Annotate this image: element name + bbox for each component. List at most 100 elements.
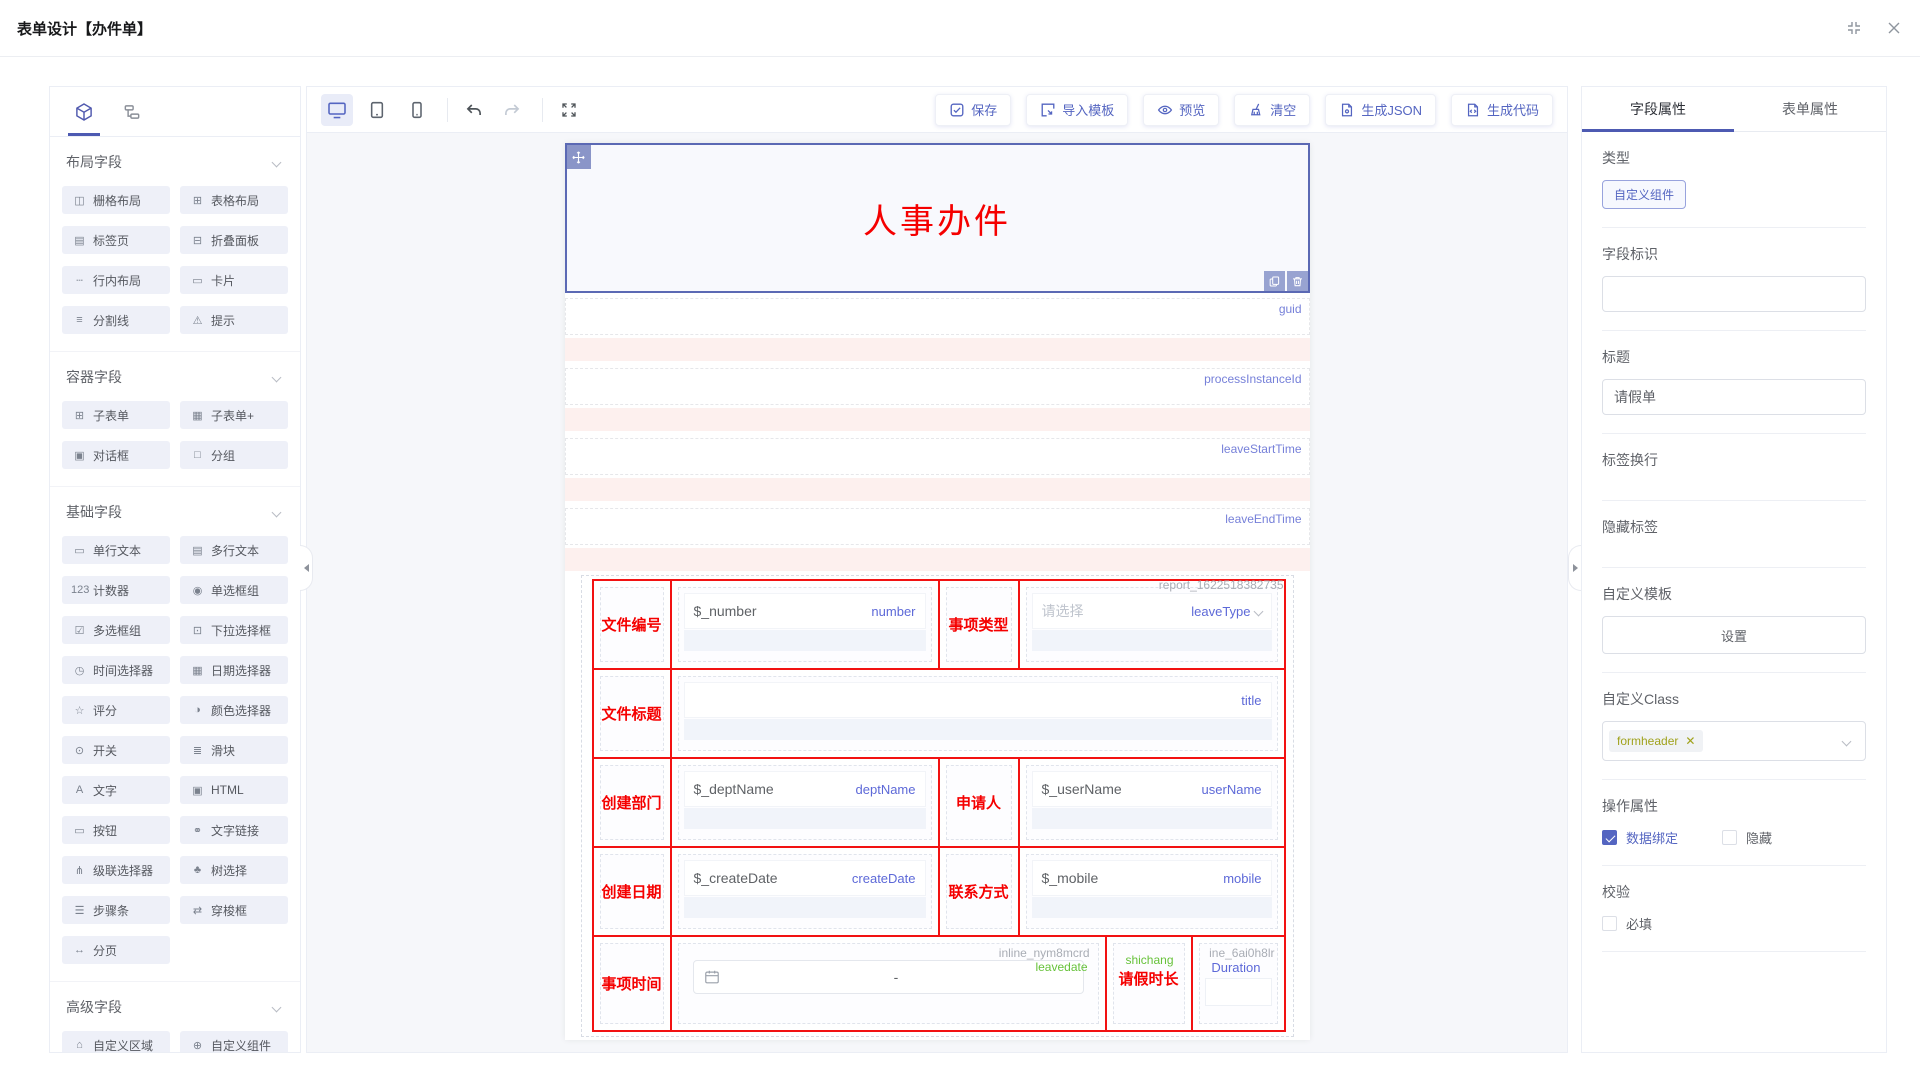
table-layout-wrapper[interactable]: report_1622518382735 文件编号 $_numbernumber… bbox=[581, 575, 1294, 1037]
sidebar-section-header[interactable]: 布局字段 bbox=[50, 137, 300, 184]
copy-component-button[interactable] bbox=[1264, 271, 1285, 291]
sidebar-item[interactable]: ▤ 多行文本 bbox=[180, 536, 288, 564]
select-input[interactable]: 请选择leaveType bbox=[1032, 593, 1272, 629]
sidebar-item[interactable]: ⊞ 表格布局 bbox=[180, 186, 288, 214]
sidebar-item[interactable]: ┄ 行内布局 bbox=[62, 266, 170, 294]
field-id-input[interactable] bbox=[1602, 276, 1866, 312]
data-binding-checkbox[interactable]: 数据绑定 bbox=[1602, 828, 1678, 847]
sidebar-item[interactable]: ⊟ 折叠面板 bbox=[180, 226, 288, 254]
field-input-cell[interactable]: $_deptNamedeptName bbox=[678, 765, 932, 840]
field-input-cell[interactable]: 请选择leaveType bbox=[1026, 587, 1278, 662]
sidebar-item[interactable]: ↔ 分页 bbox=[62, 936, 170, 964]
title-input[interactable] bbox=[1602, 379, 1866, 415]
sidebar-item[interactable]: □ 分组 bbox=[180, 441, 288, 469]
sidebar-item[interactable]: ◉ 单选框组 bbox=[180, 576, 288, 604]
sidebar-item[interactable]: ▭ 按钮 bbox=[62, 816, 170, 844]
field-label-cell[interactable]: 联系方式 bbox=[946, 854, 1012, 929]
sidebar-item[interactable]: ⊞ 子表单 bbox=[62, 401, 170, 429]
fullscreen-button[interactable] bbox=[555, 96, 583, 124]
device-desktop-button[interactable] bbox=[321, 94, 353, 126]
sidebar-section-header[interactable]: 容器字段 bbox=[50, 352, 300, 399]
sidebar-item[interactable]: ⋔ 级联选择器 bbox=[62, 856, 170, 884]
device-mobile-button[interactable] bbox=[401, 94, 433, 126]
required-checkbox[interactable]: 必填 bbox=[1602, 914, 1866, 933]
sidebar-item[interactable]: ☑ 多选框组 bbox=[62, 616, 170, 644]
field-input-cell[interactable]: $_userNameuserName bbox=[1026, 765, 1278, 840]
sidebar-item[interactable]: ▦ 日期选择器 bbox=[180, 656, 288, 684]
sidebar-item[interactable]: ⚭ 文字链接 bbox=[180, 816, 288, 844]
field-label-cell[interactable]: 申请人 bbox=[946, 765, 1012, 840]
sidebar-item[interactable]: ☰ 步骤条 bbox=[62, 896, 170, 924]
sidebar-item[interactable]: ☆ 评分 bbox=[62, 696, 170, 724]
move-handle[interactable] bbox=[567, 145, 591, 169]
tab-outline[interactable] bbox=[122, 87, 142, 136]
field-input-cell[interactable]: $_numbernumber bbox=[678, 587, 932, 662]
form-header-component[interactable]: 人事办件 bbox=[565, 143, 1310, 293]
text-input[interactable] bbox=[1205, 978, 1272, 1006]
field-label-cell[interactable]: 创建部门 bbox=[600, 765, 664, 840]
sidebar-item[interactable]: 123 计数器 bbox=[62, 576, 170, 604]
field-input-cell[interactable]: title bbox=[678, 676, 1278, 751]
hidden-field-row[interactable]: guid bbox=[565, 298, 1310, 335]
text-input[interactable]: $_createDatecreateDate bbox=[684, 860, 926, 896]
hidden-checkbox[interactable]: 隐藏 bbox=[1722, 828, 1772, 847]
device-tablet-button[interactable] bbox=[361, 94, 393, 126]
sidebar-item[interactable]: ▤ 标签页 bbox=[62, 226, 170, 254]
hidden-field-row[interactable]: processInstanceId bbox=[565, 368, 1310, 405]
sidebar-item[interactable]: ⊙ 开关 bbox=[62, 736, 170, 764]
sidebar-item[interactable]: ◫ 栅格布局 bbox=[62, 186, 170, 214]
field-input-cell[interactable]: $_createDatecreateDate bbox=[678, 854, 932, 929]
sidebar-item[interactable]: ⚠ 提示 bbox=[180, 306, 288, 334]
generate-json-button[interactable]: 生成JSON bbox=[1325, 94, 1436, 126]
field-label-cell[interactable]: 创建日期 bbox=[600, 854, 664, 929]
field-label-cell[interactable]: 事项时间 bbox=[600, 943, 664, 1024]
text-input[interactable]: $_numbernumber bbox=[684, 593, 926, 629]
field-input-cell[interactable]: $_mobilemobile bbox=[1026, 854, 1278, 929]
sidebar-item[interactable]: ▣ 对话框 bbox=[62, 441, 170, 469]
sidebar-item[interactable]: ≡ 分割线 bbox=[62, 306, 170, 334]
collapse-sidebar-handle[interactable] bbox=[300, 545, 313, 591]
text-input[interactable]: title bbox=[684, 682, 1272, 718]
generate-code-button[interactable]: 生成代码 bbox=[1451, 94, 1553, 126]
sidebar-section-header[interactable]: 基础字段 bbox=[50, 487, 300, 534]
close-icon[interactable] bbox=[1885, 19, 1903, 37]
tab-components[interactable] bbox=[74, 87, 94, 136]
sidebar-item[interactable]: ▭ 单行文本 bbox=[62, 536, 170, 564]
undo-button[interactable] bbox=[460, 96, 488, 124]
text-input[interactable]: $_mobilemobile bbox=[1032, 860, 1272, 896]
daterange-picker[interactable]: - bbox=[693, 960, 1084, 994]
preview-button[interactable]: 预览 bbox=[1143, 94, 1219, 126]
sidebar-item[interactable]: ▭ 卡片 bbox=[180, 266, 288, 294]
sidebar-item[interactable]: ⊕ 自定义组件 bbox=[180, 1031, 288, 1053]
import-template-button[interactable]: 导入模板 bbox=[1026, 94, 1128, 126]
field-label-cell[interactable]: 文件标题 bbox=[600, 676, 664, 751]
tab-field-properties[interactable]: 字段属性 bbox=[1582, 87, 1734, 131]
sidebar-item[interactable]: ⇄ 穿梭框 bbox=[180, 896, 288, 924]
sidebar-item[interactable]: ▣ HTML bbox=[180, 776, 288, 804]
sidebar-item[interactable]: ≣ 滑块 bbox=[180, 736, 288, 764]
field-input-cell[interactable]: ine_6ai0h8lr Duration bbox=[1199, 943, 1278, 1024]
field-label-cell[interactable]: 文件编号 bbox=[600, 587, 664, 662]
collapse-properties-handle[interactable] bbox=[1568, 545, 1581, 591]
settings-button[interactable]: 设置 bbox=[1602, 616, 1866, 654]
save-button[interactable]: 保存 bbox=[935, 94, 1011, 126]
sidebar-item[interactable]: ♣ 树选择 bbox=[180, 856, 288, 884]
delete-component-button[interactable] bbox=[1287, 271, 1308, 291]
tab-form-properties[interactable]: 表单属性 bbox=[1734, 87, 1886, 131]
sidebar-item[interactable]: ⌂ 自定义区域 bbox=[62, 1031, 170, 1053]
sidebar-item[interactable]: ▦ 子表单+ bbox=[180, 401, 288, 429]
custom-class-select[interactable]: formheader ✕ bbox=[1602, 721, 1866, 761]
text-input[interactable]: $_userNameuserName bbox=[1032, 771, 1272, 807]
hidden-field-row[interactable]: leaveStartTime bbox=[565, 438, 1310, 475]
sidebar-section-header[interactable]: 高级字段 bbox=[50, 982, 300, 1029]
sidebar-item[interactable]: ◑ 颜色选择器 bbox=[180, 696, 288, 724]
sidebar-item[interactable]: ◷ 时间选择器 bbox=[62, 656, 170, 684]
daterange-cell[interactable]: inline_nym8mcrd leavedate - bbox=[678, 943, 1099, 1024]
compress-window-icon[interactable] bbox=[1845, 19, 1863, 37]
text-input[interactable]: $_deptNamedeptName bbox=[684, 771, 926, 807]
field-label-cell[interactable]: 事项类型 bbox=[946, 587, 1012, 662]
sidebar-item[interactable]: A 文字 bbox=[62, 776, 170, 804]
redo-button[interactable] bbox=[498, 96, 526, 124]
clear-button[interactable]: 清空 bbox=[1234, 94, 1310, 126]
sidebar-item[interactable]: ⊡ 下拉选择框 bbox=[180, 616, 288, 644]
